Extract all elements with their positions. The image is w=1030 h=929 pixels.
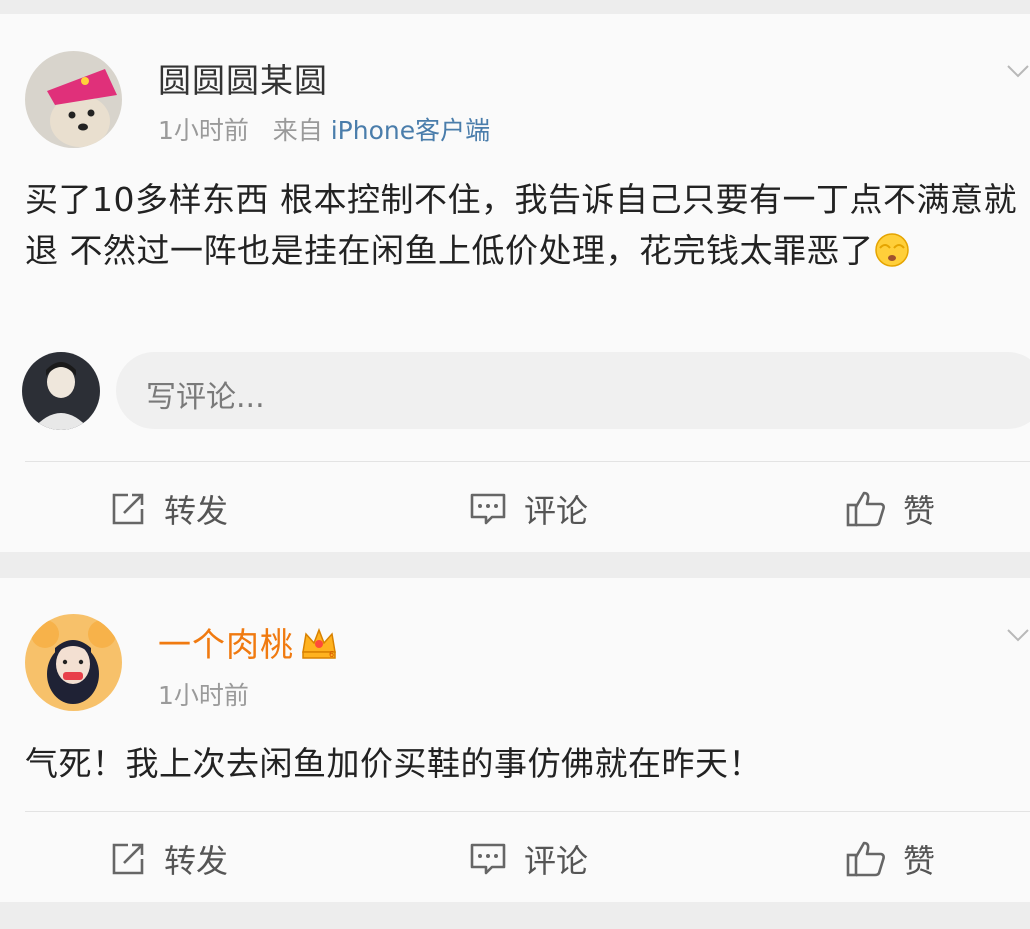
author-name[interactable]: 一个肉桃 6 [158, 618, 338, 666]
chevron-down-icon[interactable] [1004, 62, 1030, 82]
post-card: 一个肉桃 6 1小时前 气死！我上次去闲鱼加价买鞋的事仿佛就在昨天！ 转发 评论 [0, 578, 1030, 902]
repost-button[interactable]: 转发 [108, 814, 228, 904]
post-text: 气死！我上次去闲鱼加价买鞋的事仿佛就在昨天！ [25, 744, 762, 783]
like-label: 赞 [903, 492, 936, 530]
repost-icon [112, 493, 144, 525]
comment-icon [470, 493, 506, 525]
comment-button[interactable]: 评论 [468, 814, 588, 904]
comment-label: 评论 [524, 842, 589, 880]
post-text: 买了10多样东西 根本控制不住，我告诉自己只要有一丁点不满意就退 不然过一阵也是… [25, 174, 1025, 276]
comment-row: 写评论... [0, 350, 1030, 430]
post-time: 1小时前 [158, 681, 249, 710]
author-avatar[interactable] [25, 51, 122, 148]
crown-vip-icon: 6 [302, 627, 336, 659]
source-prefix: 来自 [272, 116, 323, 145]
repost-icon [112, 843, 144, 875]
comment-button[interactable]: 评论 [468, 464, 588, 554]
comment-input[interactable]: 写评论... [116, 352, 1030, 429]
cover-face-emoji-icon [874, 233, 909, 267]
svg-text:6: 6 [329, 650, 335, 659]
author-name[interactable]: 圆圆圆某圆 [158, 54, 328, 102]
like-button[interactable]: 赞 [845, 814, 935, 904]
comment-placeholder: 写评论... [146, 380, 265, 415]
divider [25, 461, 1030, 462]
post-meta: 1小时前 来自 iPhone客户端 [158, 111, 490, 147]
like-label: 赞 [903, 842, 936, 880]
author-avatar[interactable] [25, 614, 122, 711]
comment-label: 评论 [524, 492, 589, 530]
divider [25, 811, 1030, 812]
author-name-text: 一个肉桃 [158, 625, 294, 664]
post-meta: 1小时前 [158, 676, 249, 712]
repost-label: 转发 [164, 492, 229, 530]
thumbs-up-icon [846, 491, 885, 527]
repost-button[interactable]: 转发 [108, 464, 228, 554]
action-bar: 转发 评论 赞 [0, 814, 1030, 904]
post-text-content: 买了10多样东西 根本控制不住，我告诉自己只要有一丁点不满意就退 不然过一阵也是… [25, 180, 1017, 270]
post-time: 1小时前 [158, 116, 249, 145]
repost-label: 转发 [164, 842, 229, 880]
post-source-link[interactable]: iPhone客户端 [331, 116, 490, 145]
thumbs-up-icon [846, 841, 885, 877]
post-card: 圆圆圆某圆 1小时前 来自 iPhone客户端 买了10多样东西 根本控制不住，… [0, 14, 1030, 552]
comment-icon [470, 843, 506, 875]
like-button[interactable]: 赞 [845, 464, 935, 554]
chevron-down-icon[interactable] [1004, 626, 1030, 646]
action-bar: 转发 评论 赞 [0, 464, 1030, 554]
my-avatar [22, 352, 100, 430]
